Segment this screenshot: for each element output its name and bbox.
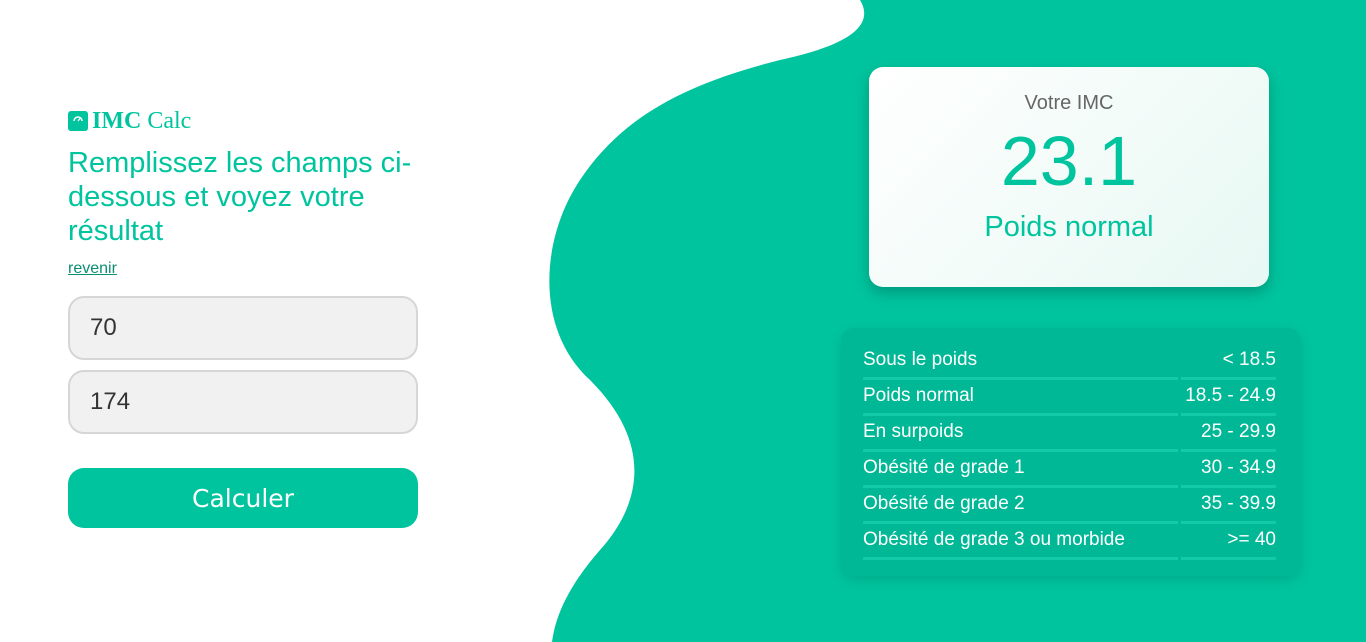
bmi-category: Poids normal xyxy=(984,211,1154,243)
scale-icon xyxy=(68,111,88,131)
table-row: En surpoids 25 - 29.9 xyxy=(863,416,1279,452)
category-cell: Sous le poids xyxy=(863,344,1178,380)
category-cell: Obésité de grade 2 xyxy=(863,488,1178,524)
back-link[interactable]: revenir xyxy=(68,260,117,278)
form-headline: Remplissez les champs ci-dessous et voye… xyxy=(68,147,412,247)
category-cell: Obésité de grade 1 xyxy=(863,452,1178,488)
form-section: IMC Calc Remplissez les champs ci-dessou… xyxy=(68,108,428,528)
category-cell: En surpoids xyxy=(863,416,1178,452)
calculate-button[interactable]: Calculer xyxy=(68,468,418,528)
category-cell: Poids normal xyxy=(863,380,1178,416)
app-name-suffix: Calc xyxy=(141,108,192,134)
bmi-value: 23.1 xyxy=(1000,122,1138,200)
table-row: Obésité de grade 2 35 - 39.9 xyxy=(863,488,1279,524)
result-card: Votre IMC 23.1 Poids normal xyxy=(869,67,1269,287)
table-row: Poids normal 18.5 - 24.9 xyxy=(863,380,1279,416)
range-cell: 30 - 34.9 xyxy=(1181,452,1276,488)
height-input[interactable] xyxy=(68,370,418,434)
range-cell: < 18.5 xyxy=(1181,344,1276,380)
table-row: Obésité de grade 1 30 - 34.9 xyxy=(863,452,1279,488)
app-name: IMC Calc xyxy=(92,108,192,134)
range-cell: >= 40 xyxy=(1181,524,1276,560)
range-cell: 25 - 29.9 xyxy=(1181,416,1276,452)
category-cell: Obésité de grade 3 ou morbide xyxy=(863,524,1178,560)
bmi-reference-table: Sous le poids < 18.5 Poids normal 18.5 -… xyxy=(842,328,1300,576)
weight-input[interactable] xyxy=(68,296,418,360)
app-logo: IMC Calc xyxy=(68,108,428,134)
table-row: Sous le poids < 18.5 xyxy=(863,344,1279,380)
app-name-bold: IMC xyxy=(92,108,142,134)
range-cell: 18.5 - 24.9 xyxy=(1181,380,1276,416)
result-label: Votre IMC xyxy=(1024,92,1114,114)
range-cell: 35 - 39.9 xyxy=(1181,488,1276,524)
table-row: Obésité de grade 3 ou morbide >= 40 xyxy=(863,524,1279,560)
